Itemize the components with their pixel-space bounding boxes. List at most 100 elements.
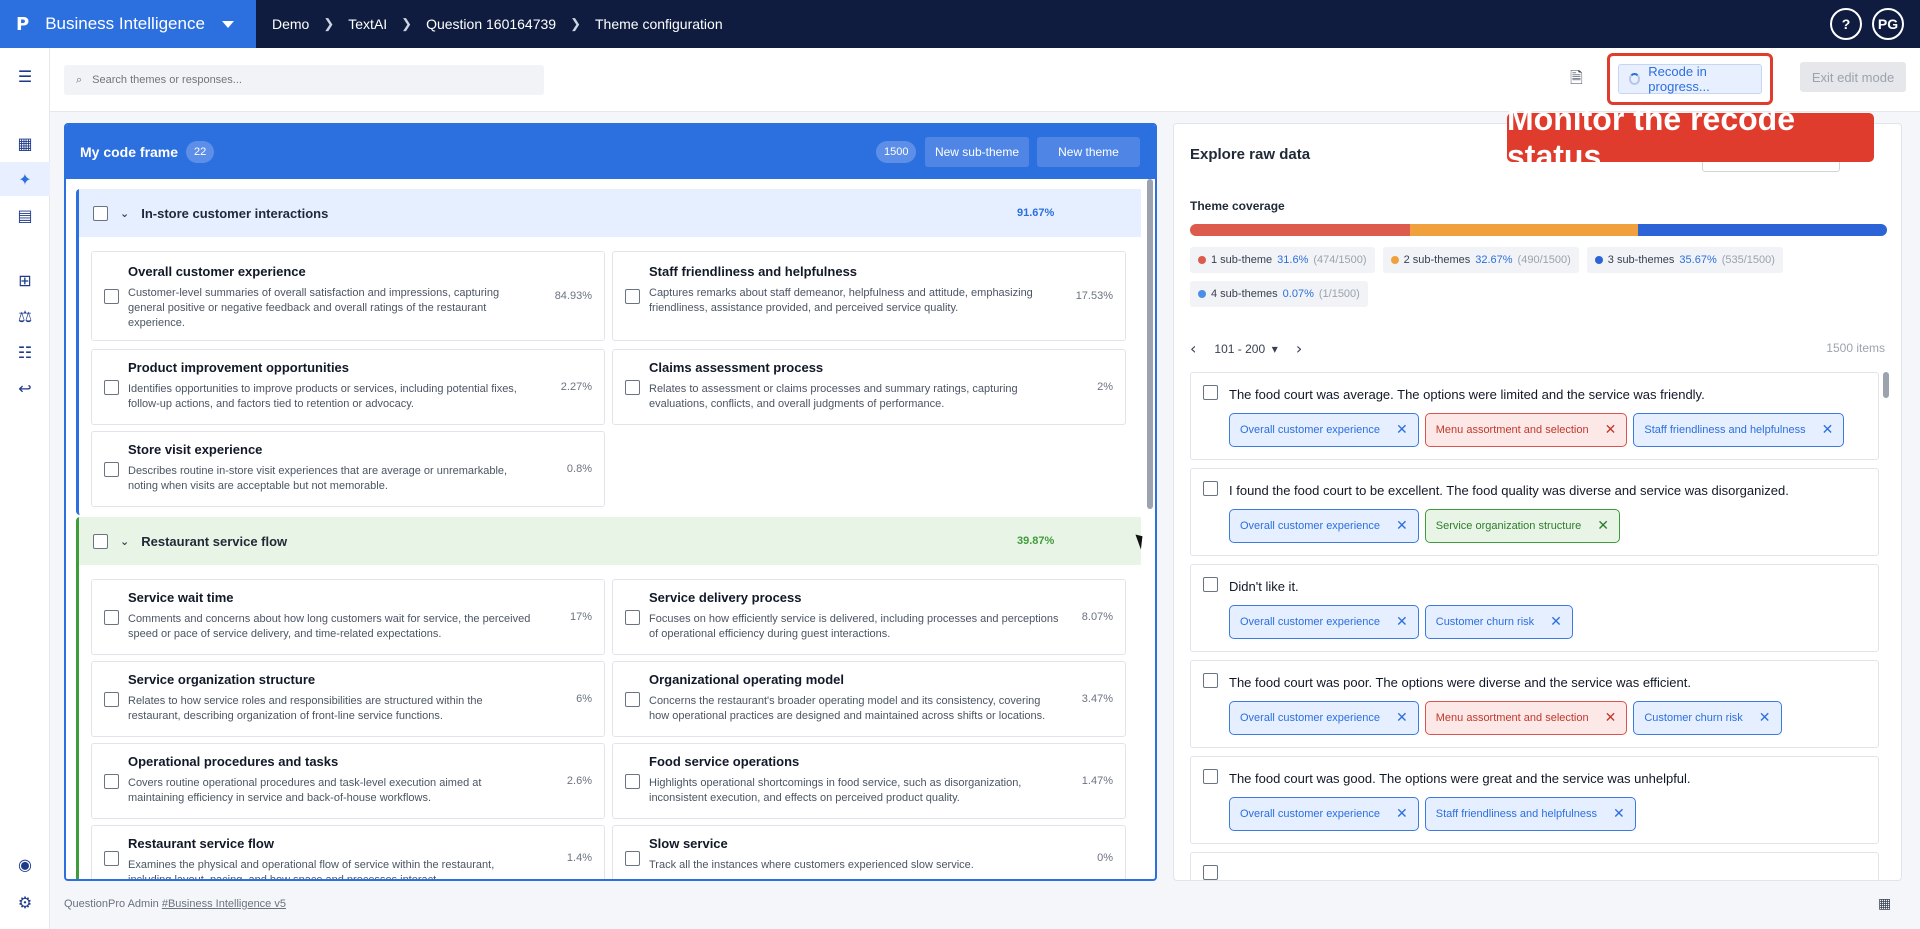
subtheme-checkbox[interactable] [625,380,640,395]
subtheme-card[interactable]: Store visit experience Describes routine … [91,431,605,507]
subtheme-card[interactable]: Overall customer experience Customer-leve… [91,251,605,341]
theme-tag[interactable]: Customer churn risk ✕ [1424,605,1573,639]
subtheme-checkbox[interactable] [625,610,640,625]
subtheme-checkbox[interactable] [104,610,119,625]
recode-status-button[interactable]: Recode in progress... [1618,64,1762,94]
search-box[interactable]: ⌕ [64,65,544,95]
theme-tag[interactable]: Service organization structure ✕ [1424,509,1620,543]
chevron-down-icon[interactable]: ⌄ [120,207,129,220]
close-icon[interactable]: ✕ [1605,422,1617,438]
theme-tag-label: Customer churn risk [1644,712,1743,724]
app-switcher[interactable]: P Business Intelligence [0,0,256,48]
balance-icon[interactable]: ⚖ [13,304,37,328]
pager: ‹ 101 - 200 ▾ › [1190,339,1302,358]
theme-tag[interactable]: Staff friendliness and helpfulness ✕ [1633,413,1845,447]
theme-tag[interactable]: Overall customer experience ✕ [1229,701,1419,735]
subtheme-checkbox[interactable] [104,692,119,707]
response-checkbox[interactable] [1203,385,1218,400]
user-icon[interactable]: ◉ [13,852,37,876]
export-icon[interactable]: 🗎 [1570,67,1583,94]
subtheme-checkbox[interactable] [625,774,640,789]
avatar[interactable]: PG [1872,8,1904,40]
menu-icon[interactable]: ☰ [13,64,37,88]
group-checkbox[interactable] [93,205,108,221]
theme-tag-label: Staff friendliness and helpfulness [1435,808,1597,820]
search-input[interactable] [92,74,513,86]
theme-tag[interactable]: Staff friendliness and helpfulness ✕ [1424,797,1636,831]
close-icon[interactable]: ✕ [1550,614,1562,630]
footer-link[interactable]: #Business Intelligence v5 [162,898,286,910]
response-card: The food court was average. The options … [1190,372,1879,460]
close-icon[interactable]: ✕ [1396,806,1408,822]
close-icon[interactable]: ✕ [1396,518,1408,534]
help-button[interactable]: ? [1830,8,1862,40]
subtheme-card[interactable]: Claims assessment process Relates to asse… [612,349,1126,425]
close-icon[interactable]: ✕ [1396,422,1408,438]
subtheme-checkbox[interactable] [625,692,640,707]
scrollbar[interactable] [1883,372,1889,398]
prev-page-icon[interactable]: ‹ [1190,339,1196,358]
subtheme-percent: 3.47% [1081,693,1113,705]
scrollbar[interactable] [1147,179,1153,509]
response-checkbox[interactable] [1203,865,1218,880]
subtheme-card[interactable]: Restaurant service flow Examines the phys… [91,825,605,879]
theme-tag[interactable]: Customer churn risk ✕ [1633,701,1782,735]
theme-group-percent: 39.87% [1017,535,1055,547]
subtheme-card[interactable]: Staff friendliness and helpfulness Captur… [612,251,1126,341]
list-icon[interactable]: ☷ [13,340,37,364]
subtheme-checkbox[interactable] [104,462,119,477]
textai-icon[interactable]: ✦ [0,162,50,196]
subtheme-card[interactable]: Product improvement opportunities Identif… [91,349,605,425]
next-page-icon[interactable]: › [1296,339,1302,358]
close-icon[interactable]: ✕ [1396,710,1408,726]
response-checkbox[interactable] [1203,577,1218,592]
theme-tag[interactable]: Overall customer experience ✕ [1229,509,1419,543]
subtheme-checkbox[interactable] [104,774,119,789]
subtheme-checkbox[interactable] [104,380,119,395]
close-icon[interactable]: ✕ [1605,710,1617,726]
new-theme-button[interactable]: New theme [1037,137,1140,167]
close-icon[interactable]: ✕ [1597,518,1609,534]
subtheme-checkbox[interactable] [104,289,119,304]
chevron-down-icon[interactable]: ⌄ [120,535,129,548]
theme-tag[interactable]: Overall customer experience ✕ [1229,413,1419,447]
breadcrumb-item[interactable]: TextAI [348,16,387,32]
subtheme-card[interactable]: Food service operations Highlights operat… [612,743,1126,819]
theme-tag[interactable]: Menu assortment and selection ✕ [1424,413,1628,447]
breadcrumb-item[interactable]: Question 160164739 [426,16,556,32]
report-icon[interactable]: ▤ [13,203,37,227]
theme-tag[interactable]: Overall customer experience ✕ [1229,797,1419,831]
page-range-select[interactable]: 101 - 200 ▾ [1214,342,1277,356]
response-checkbox[interactable] [1203,481,1218,496]
theme-tag[interactable]: Overall customer experience ✕ [1229,605,1419,639]
response-checkbox[interactable] [1203,673,1218,688]
close-icon[interactable]: ✕ [1396,614,1408,630]
subtheme-card[interactable]: Slow service Track all the instances wher… [612,825,1126,879]
breadcrumb-item[interactable]: Demo [272,16,309,32]
theme-group-header[interactable]: ⌄ Restaurant service flow 39.87% [79,517,1141,565]
subtheme-card[interactable]: Operational procedures and tasks Covers r… [91,743,605,819]
exit-edit-mode-button[interactable]: Exit edit mode [1800,62,1906,92]
response-checkbox[interactable] [1203,769,1218,784]
subtheme-card[interactable]: Organizational operating model Concerns t… [612,661,1126,737]
new-subtheme-button[interactable]: New sub-theme [925,137,1029,167]
subtheme-checkbox[interactable] [625,289,640,304]
analysis-icon[interactable]: ⊞ [13,268,37,292]
close-icon[interactable]: ✕ [1613,806,1625,822]
subtheme-card[interactable]: Service delivery process Focuses on how e… [612,579,1126,655]
dashboard-icon[interactable]: ▦ [13,131,37,155]
subtheme-checkbox[interactable] [625,851,640,866]
undo-icon[interactable]: ↩ [13,376,37,400]
gear-icon[interactable]: ⚙ [13,890,37,914]
group-checkbox[interactable] [93,533,108,549]
subtheme-percent: 0% [1097,852,1113,864]
legend-percent: 0.07% [1282,288,1314,300]
subtheme-card[interactable]: Service organization structure Relates to… [91,661,605,737]
calculator-icon[interactable]: ▦ [1878,896,1891,912]
theme-group-header[interactable]: ⌄ In-store customer interactions 91.67% [79,189,1141,237]
theme-tag[interactable]: Menu assortment and selection ✕ [1424,701,1628,735]
subtheme-checkbox[interactable] [104,851,119,866]
subtheme-card[interactable]: Service wait time Comments and concerns a… [91,579,605,655]
close-icon[interactable]: ✕ [1759,710,1771,726]
close-icon[interactable]: ✕ [1822,422,1834,438]
